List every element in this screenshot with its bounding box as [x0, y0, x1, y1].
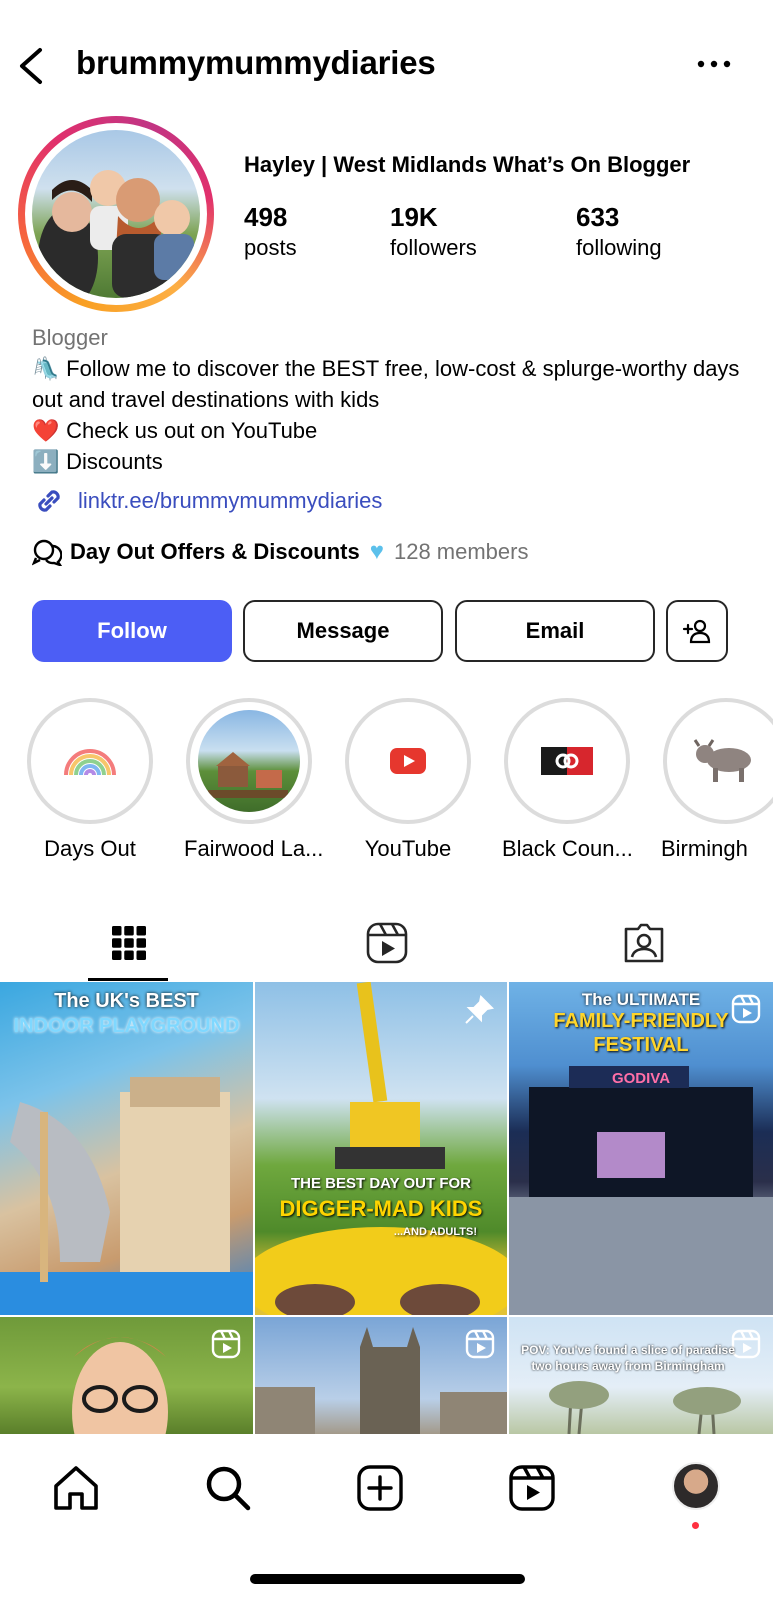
stat-followers-label: followers	[390, 235, 477, 260]
post-overlay-text: POV: You've found a slice of paradise	[521, 1343, 735, 1357]
grid-icon	[112, 926, 146, 960]
create-post-icon[interactable]	[354, 1462, 406, 1514]
post-overlay-text: FAMILY-FRIENDLY	[553, 1010, 729, 1032]
post-overlay-text: INDOOR PLAYGROUND	[13, 1015, 240, 1037]
highlight-label: Fairwood La...	[184, 836, 324, 861]
bio-line: ⬇️ Discounts	[32, 446, 752, 477]
highlight-label: Black Coun...	[502, 836, 633, 861]
post-tile[interactable]: POV: You've found a slice of paradise tw…	[509, 1317, 773, 1434]
bio-line: ❤️ Check us out on YouTube	[32, 415, 752, 446]
message-button[interactable]: Message	[243, 600, 443, 662]
stat-posts-count: 498	[244, 202, 288, 232]
profile-avatar[interactable]	[18, 116, 214, 312]
post-overlay-text: DIGGER-MAD KIDS	[279, 1196, 483, 1221]
profile-bio: Blogger 🛝 Follow me to discover the BEST…	[32, 322, 752, 477]
stage-sign: GODIVA	[611, 1070, 671, 1087]
highlight-birmingham[interactable]: Birmingh	[661, 698, 773, 862]
channel-name: Day Out Offers & Discounts	[70, 539, 360, 564]
tab-posts[interactable]	[0, 904, 258, 982]
profile-tabs	[0, 904, 773, 982]
stat-following-label: following	[576, 235, 662, 260]
highlight-fairwood[interactable]: Fairwood La...	[184, 698, 324, 862]
link-icon	[38, 490, 60, 512]
profile-link[interactable]: linktr.ee/brummymummydiaries	[32, 484, 382, 518]
top-bar: brummymummydiaries	[0, 0, 773, 130]
pin-icon	[465, 994, 495, 1024]
highlight-days-out[interactable]: Days Out	[25, 698, 155, 862]
notification-dot	[692, 1522, 699, 1529]
post-overlay-text: ...AND ADULTS!	[393, 1226, 477, 1238]
post-tile[interactable]: The ULTIMATE FAMILY-FRIENDLY FESTIVAL GO…	[509, 982, 773, 1315]
broadcast-channel[interactable]: Day Out Offers & Discounts ♥ 128 members	[32, 538, 528, 566]
avatar-photo	[32, 130, 200, 298]
post-tile[interactable]: THE BEST DAY OUT FOR DIGGER-MAD KIDS ...…	[255, 982, 507, 1315]
chat-bubbles-icon	[32, 539, 62, 566]
youtube-icon	[357, 710, 459, 812]
stat-following-count: 633	[576, 202, 620, 232]
stat-posts-label: posts	[244, 235, 297, 260]
post-overlay-text: The ULTIMATE	[581, 990, 701, 1009]
post-tile[interactable]	[0, 1317, 253, 1434]
down-arrow-emoji: ⬇️	[32, 449, 60, 474]
posts-grid: The UK's BEST INDOOR PLAYGROUND THE BEST…	[0, 982, 773, 1434]
profile-username: brummymummydiaries	[76, 44, 436, 81]
blue-heart-icon: ♥	[369, 538, 384, 565]
active-tab-indicator	[88, 978, 168, 981]
ellipsis-icon[interactable]	[696, 52, 732, 76]
reels-badge-icon	[465, 1329, 495, 1359]
post-overlay-text: FESTIVAL	[593, 1034, 689, 1056]
highlight-photo	[198, 710, 300, 812]
bottom-navigation	[0, 1434, 773, 1600]
bull-icon	[675, 710, 773, 812]
rainbow-icon	[39, 710, 141, 812]
profile-display-name: Hayley | West Midlands What’s On Blogger	[244, 152, 691, 177]
reels-icon	[366, 922, 408, 964]
stat-followers-count: 19K	[390, 202, 438, 232]
link-text[interactable]: linktr.ee/brummymummydiaries	[78, 488, 382, 514]
channel-members: 128 members	[393, 539, 529, 564]
slide-emoji: 🛝	[32, 356, 60, 381]
reels-badge-icon	[211, 1329, 241, 1359]
highlight-youtube[interactable]: YouTube	[343, 698, 473, 862]
profile-avatar-icon[interactable]	[672, 1462, 720, 1510]
stat-posts[interactable]: 498 posts	[244, 202, 297, 261]
tab-reels[interactable]	[258, 904, 516, 982]
highlight-black-country[interactable]: Black Coun...	[502, 698, 633, 862]
profile-category: Blogger	[32, 325, 108, 350]
email-button[interactable]: Email	[455, 600, 655, 662]
add-person-button[interactable]	[666, 600, 728, 662]
bio-line: 🛝 Follow me to discover the BEST free, l…	[32, 353, 752, 415]
stat-followers[interactable]: 19K followers	[390, 202, 477, 261]
chevron-left-icon[interactable]	[14, 44, 48, 88]
highlight-label: Days Out	[44, 836, 136, 861]
follow-button[interactable]: Follow	[32, 600, 232, 662]
highlight-label: Birmingh	[661, 836, 748, 861]
post-tile[interactable]	[255, 1317, 507, 1434]
search-icon[interactable]	[202, 1462, 254, 1514]
post-overlay-text: The UK's BEST	[54, 990, 199, 1012]
tab-tagged[interactable]	[515, 904, 773, 982]
post-tile[interactable]: The UK's BEST INDOOR PLAYGROUND	[0, 982, 253, 1315]
bio-line-text: Follow me to discover the BEST free, low…	[32, 356, 740, 412]
stat-following[interactable]: 633 following	[576, 202, 662, 261]
post-overlay-text: THE BEST DAY OUT FOR	[290, 1175, 472, 1192]
bio-line-text: Discounts	[66, 449, 163, 474]
tagged-person-icon	[624, 923, 664, 963]
bio-line-text: Check us out on YouTube	[66, 418, 318, 443]
reels-icon[interactable]	[506, 1462, 558, 1514]
post-overlay-text: two hours away from Birmingham	[531, 1359, 725, 1373]
home-indicator	[250, 1574, 525, 1584]
black-country-flag-icon	[516, 710, 618, 812]
home-icon[interactable]	[50, 1462, 102, 1514]
highlight-label: YouTube	[364, 836, 452, 861]
heart-emoji: ❤️	[32, 418, 60, 443]
add-person-icon	[682, 619, 711, 644]
